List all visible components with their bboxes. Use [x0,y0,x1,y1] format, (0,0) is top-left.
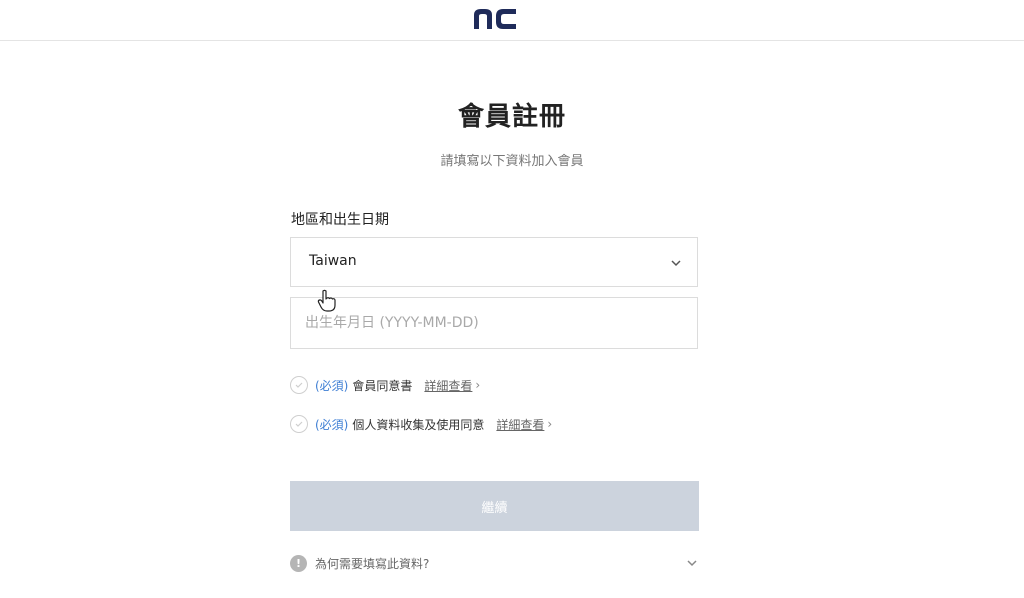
privacy-label: 個人資料收集及使用同意 [352,417,485,432]
nc-logo[interactable] [472,7,518,31]
terms-label: 會員同意書 [352,378,413,393]
region-select[interactable]: Taiwan [290,237,698,287]
privacy-detail-link[interactable]: 詳細查看 [496,416,544,433]
agreement-row-terms: (必須) 會員同意書 詳細查看 › [290,374,480,396]
region-selected-value: Taiwan [309,253,357,269]
chevron-right-icon: › [475,378,481,392]
info-icon: ! [290,554,307,572]
page-subtitle: 請填寫以下資料加入會員 [440,154,584,169]
birthdate-input[interactable] [290,297,698,349]
privacy-checkbox[interactable] [290,415,308,433]
region-birthdate-label: 地區和出生日期 [291,212,389,228]
check-icon [295,421,303,427]
why-info-row[interactable]: ! 為何需要填寫此資料? [290,552,699,574]
chevron-down-icon [687,560,697,567]
page-title: 會員註冊 [457,102,566,132]
required-tag: (必須) [315,417,349,432]
check-icon [295,382,303,388]
terms-detail-link[interactable]: 詳細查看 [424,377,472,394]
agreement-row-privacy: (必須) 個人資料收集及使用同意 詳細查看 › [290,413,552,435]
chevron-right-icon: › [547,417,553,431]
required-tag: (必須) [315,378,349,393]
terms-checkbox[interactable] [290,376,308,394]
chevron-down-icon [671,260,681,267]
why-info-text: 為何需要填寫此資料? [315,556,430,571]
hand-cursor-icon [317,289,336,312]
top-bar [0,0,1024,41]
continue-button[interactable]: 繼續 [290,481,699,531]
